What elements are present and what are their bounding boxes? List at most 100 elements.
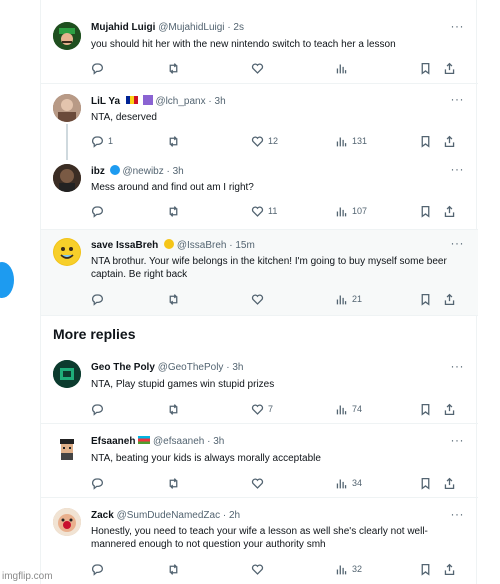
retweet-button[interactable] <box>167 476 180 490</box>
handle[interactable]: @lch_panx <box>155 96 205 107</box>
reply-tweet[interactable]: Mujahid Luigi @MujahidLuigi · 2s ··· you… <box>41 10 478 84</box>
handle[interactable]: @efsaaneh <box>153 436 204 447</box>
more-icon[interactable]: ··· <box>451 433 465 447</box>
display-name[interactable]: Efsaaneh <box>91 436 135 447</box>
like-button[interactable]: 12 <box>251 134 278 148</box>
avatar[interactable] <box>53 22 81 50</box>
like-count: 7 <box>268 404 274 414</box>
handle[interactable]: @newibz <box>122 166 163 177</box>
more-icon[interactable]: ··· <box>451 236 465 250</box>
action-bar: 1 12 131 <box>91 134 464 148</box>
handle[interactable]: @MujahidLuigi <box>158 22 224 33</box>
reply-button[interactable] <box>91 292 108 306</box>
bookmark-icon <box>421 135 430 148</box>
share-button[interactable] <box>443 204 456 218</box>
like-button[interactable]: 7 <box>251 402 273 416</box>
reply-button[interactable]: 1 <box>91 134 113 148</box>
reply-button[interactable] <box>91 61 108 75</box>
avatar[interactable] <box>53 164 81 192</box>
share-button[interactable] <box>443 402 456 416</box>
tweet-text: you should hit her with the new nintendo… <box>91 39 396 50</box>
action-bar: 32 <box>91 562 464 576</box>
views-icon <box>336 63 347 73</box>
retweet-button[interactable] <box>167 204 180 218</box>
views-button[interactable]: 131 <box>335 134 367 148</box>
like-button[interactable] <box>251 61 268 75</box>
share-button[interactable] <box>443 134 456 148</box>
reply-tweet[interactable]: save IssaBreh @IssaBreh · 15m ··· NTA br… <box>41 230 478 316</box>
views-button[interactable] <box>335 61 352 75</box>
more-icon[interactable]: ··· <box>451 507 465 521</box>
reply-button[interactable] <box>91 402 108 416</box>
display-name[interactable]: ibz <box>91 166 105 177</box>
views-icon <box>336 206 347 216</box>
views-button[interactable]: 107 <box>335 204 367 218</box>
share-button[interactable] <box>443 562 456 576</box>
retweet-button[interactable] <box>167 134 180 148</box>
retweet-button[interactable] <box>167 292 180 306</box>
reply-tweet[interactable]: Zack @SumDudeNamedZac · 2h ··· Honestly,… <box>41 498 478 584</box>
retweet-icon <box>169 62 178 74</box>
views-button[interactable]: 74 <box>335 402 362 416</box>
reply-button[interactable] <box>91 204 108 218</box>
display-name[interactable]: LiL Ya <box>91 96 120 107</box>
retweet-button[interactable] <box>167 402 180 416</box>
timestamp[interactable]: · 2s <box>227 22 244 33</box>
handle[interactable]: @SumDudeNamedZac <box>117 510 221 521</box>
retweet-button[interactable] <box>167 61 180 75</box>
bookmark-button[interactable] <box>419 61 432 75</box>
display-name[interactable]: Zack <box>91 510 114 521</box>
timestamp[interactable]: · 15m <box>229 240 255 251</box>
reply-button[interactable] <box>91 562 108 576</box>
timestamp[interactable]: · 3h <box>167 166 184 177</box>
display-name[interactable]: Geo The Poly <box>91 362 155 373</box>
more-icon[interactable]: ··· <box>451 359 465 373</box>
reply-tweet[interactable]: ibz @newibz · 3h ··· Mess around and fin… <box>41 154 478 230</box>
like-count: 12 <box>268 136 279 146</box>
tweet-header: save IssaBreh @IssaBreh · 15m <box>91 239 438 253</box>
share-icon <box>444 563 455 575</box>
bookmark-button[interactable] <box>419 562 432 576</box>
avatar[interactable] <box>53 94 81 122</box>
share-button[interactable] <box>443 61 456 75</box>
avatar[interactable] <box>53 360 81 388</box>
share-button[interactable] <box>443 476 456 490</box>
reply-button[interactable] <box>91 476 108 490</box>
share-icon <box>444 62 455 74</box>
avatar[interactable] <box>53 508 81 536</box>
handle[interactable]: @IssaBreh <box>177 240 227 251</box>
flag-icon <box>125 96 138 104</box>
more-icon[interactable]: ··· <box>451 162 465 176</box>
views-button[interactable]: 21 <box>335 292 362 306</box>
bookmark-icon <box>421 403 430 416</box>
like-button[interactable] <box>251 292 268 306</box>
views-button[interactable]: 32 <box>335 562 362 576</box>
more-icon[interactable]: ··· <box>451 92 465 106</box>
like-button[interactable]: 11 <box>251 204 277 218</box>
views-button[interactable]: 34 <box>335 476 362 490</box>
compose-button[interactable] <box>0 262 14 298</box>
reply-tweet[interactable]: Geo The Poly @GeoThePoly · 3h ··· NTA, P… <box>41 350 478 424</box>
retweet-button[interactable] <box>167 562 180 576</box>
bookmark-button[interactable] <box>419 402 432 416</box>
reply-tweet[interactable]: LiL Ya @lch_panx · 3h ··· NTA, deserved … <box>41 84 478 160</box>
like-button[interactable] <box>251 476 268 490</box>
handle[interactable]: @GeoThePoly <box>158 362 224 373</box>
timestamp[interactable]: · 3h <box>226 362 243 373</box>
timestamp[interactable]: · 2h <box>223 510 240 521</box>
bookmark-button[interactable] <box>419 204 432 218</box>
avatar[interactable] <box>53 434 81 462</box>
reply-tweet[interactable]: Efsaaneh @efsaaneh · 3h ··· NTA, beating… <box>41 424 478 498</box>
timestamp[interactable]: · 3h <box>207 436 224 447</box>
bookmark-button[interactable] <box>419 476 432 490</box>
bookmark-button[interactable] <box>419 292 432 306</box>
tweet-text: Honestly, you need to teach your wife a … <box>91 526 428 550</box>
timestamp[interactable]: · 3h <box>208 96 225 107</box>
display-name[interactable]: Mujahid Luigi <box>91 22 155 33</box>
display-name[interactable]: save IssaBreh <box>91 240 158 251</box>
more-icon[interactable]: ··· <box>451 19 465 33</box>
avatar[interactable] <box>53 238 81 266</box>
bookmark-button[interactable] <box>419 134 432 148</box>
like-button[interactable] <box>251 562 268 576</box>
share-button[interactable] <box>443 292 456 306</box>
